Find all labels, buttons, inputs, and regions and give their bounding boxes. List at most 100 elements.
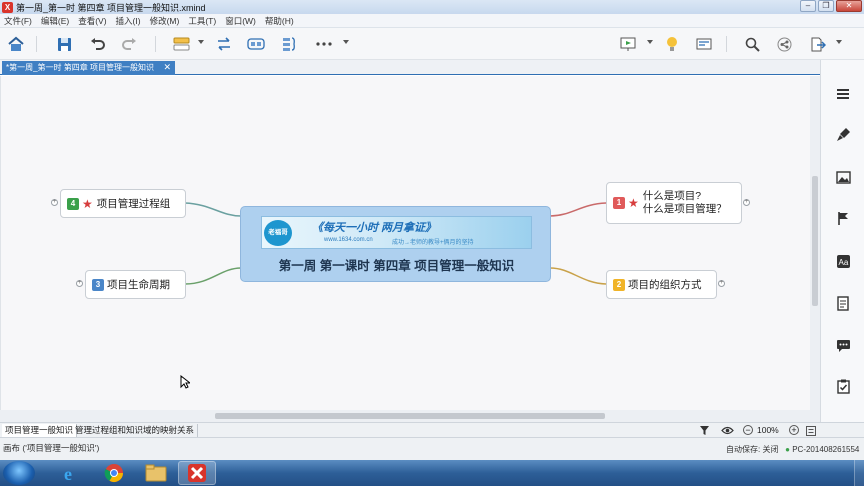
status-bar: 画布 ('项目管理一般知识') 自动保存: 关闭 ● PC-2014082615… (0, 438, 864, 460)
save-icon[interactable] (54, 34, 74, 54)
notes-icon[interactable] (834, 294, 852, 312)
priority-badge: 3 (92, 278, 104, 291)
share-icon[interactable] (774, 34, 794, 54)
start-button[interactable] (3, 461, 35, 485)
document-tab-label: *第一周_第一时 第四章 项目管理一般知识 (6, 63, 155, 72)
side-panel: Aa (820, 60, 864, 422)
branch-line-2 (549, 267, 607, 285)
topic-node-4[interactable]: 4 ★ 项目管理过程组 (60, 189, 186, 218)
star-icon: ★ (628, 196, 639, 210)
status-system-info: 自动保存: 关闭 ● PC-201408261554 (726, 444, 859, 455)
network-status-icon: ● (785, 445, 790, 454)
minimize-button[interactable]: – (800, 0, 816, 12)
filter-icon[interactable] (699, 425, 710, 436)
status-canvas-info: 画布 ('项目管理一般知识') (3, 443, 100, 453)
collapse-toggle-icon[interactable]: + (76, 280, 83, 287)
topic-node-2[interactable]: 2 项目的组织方式 (606, 270, 717, 299)
vertical-scroll-thumb[interactable] (812, 176, 818, 306)
show-desktop-button[interactable] (854, 460, 864, 486)
relationship-icon[interactable] (214, 34, 234, 54)
priority-badge: 1 (613, 197, 625, 209)
xmind-taskbar-icon[interactable] (178, 461, 216, 485)
priority-badge: 2 (613, 278, 625, 291)
text-format-icon[interactable]: Aa (834, 252, 852, 270)
collapse-toggle-icon[interactable]: + (51, 199, 58, 206)
banner-slogan: 《每天一小时 两月拿证》 (312, 222, 437, 234)
presentation-icon[interactable] (618, 34, 638, 54)
summary-icon[interactable] (279, 34, 299, 54)
menu-file[interactable]: 文件(F) (4, 15, 32, 27)
outliner-icon[interactable] (694, 34, 714, 54)
topic-label-line1: 什么是项目? (642, 190, 702, 202)
sheet-tab-bar: 项目管理一般知识 管理过程组和知识域的映射关系 − 100% + (0, 422, 864, 438)
banner-motto: 成功→老师的教导+俩月的坚持 (392, 240, 474, 246)
restore-button[interactable]: ❐ (818, 0, 834, 12)
topic-node-3[interactable]: 3 项目生命周期 (85, 270, 186, 299)
topic-label: 项目的组织方式 (628, 279, 702, 291)
ie-taskbar-icon[interactable]: e (52, 461, 90, 485)
close-tab-icon[interactable]: ✕ (163, 61, 171, 74)
os-taskbar: e (0, 460, 864, 486)
home-icon[interactable] (6, 34, 26, 54)
central-topic[interactable]: 老福哥 《每天一小时 两月拿证》 www.1634.com.cn 成功→老师的教… (240, 206, 551, 282)
task-info-icon[interactable] (834, 377, 852, 395)
menu-help[interactable]: 帮助(H) (265, 15, 294, 27)
editor-tab-strip: *第一周_第一时 第四章 项目管理一般知识 ✕ (0, 60, 820, 75)
menu-window[interactable]: 窗口(W) (225, 15, 256, 27)
collapse-toggle-icon[interactable]: + (718, 280, 725, 287)
topic-text: 什么是项目? 什么是项目管理？ (643, 190, 727, 216)
zoom-in-icon[interactable]: + (789, 425, 799, 435)
sheet-tab-2[interactable]: 管理过程组和知识域的映射关系 (72, 424, 199, 437)
eye-icon[interactable] (721, 426, 734, 435)
image-icon[interactable] (834, 168, 852, 186)
comment-icon[interactable] (834, 336, 852, 354)
branch-line-3 (184, 267, 242, 285)
menu-edit[interactable]: 编辑(E) (41, 15, 69, 27)
window-title: 第一周_第一时 第四章 项目管理一般知识.xmind (16, 2, 206, 13)
redo-icon[interactable] (119, 34, 139, 54)
presentation-dropdown-icon[interactable] (647, 40, 653, 44)
zoom-out-icon[interactable]: − (743, 425, 753, 435)
xmind-logo-icon: X (2, 1, 13, 13)
window-controls: – ❐ ✕ (798, 0, 862, 12)
search-icon[interactable] (742, 34, 762, 54)
export-dropdown-icon[interactable] (836, 40, 842, 44)
mindmap-canvas[interactable]: 4 ★ 项目管理过程组 + 3 项目生命周期 + 老福哥 《每天一小时 两月拿证… (0, 76, 810, 410)
format-brush-icon[interactable] (834, 126, 852, 144)
svg-text:Aa: Aa (838, 258, 848, 267)
document-tab[interactable]: *第一周_第一时 第四章 项目管理一般知识 ✕ (2, 61, 175, 75)
horizontal-scrollbar[interactable] (0, 410, 820, 422)
horizontal-scroll-thumb[interactable] (215, 413, 605, 419)
topic-label: 项目生命周期 (107, 279, 170, 291)
priority-badge: 4 (67, 197, 79, 210)
boundary-icon[interactable] (246, 34, 266, 54)
explorer-taskbar-icon[interactable] (137, 461, 175, 485)
topic-node-1[interactable]: 1 ★ 什么是项目? 什么是项目管理？ (606, 182, 742, 224)
export-icon[interactable] (808, 34, 828, 54)
chrome-taskbar-icon[interactable] (95, 461, 133, 485)
sheet-tab-1[interactable]: 项目管理一般知识 (2, 424, 78, 437)
undo-icon[interactable] (87, 34, 107, 54)
menu-view[interactable]: 查看(V) (78, 15, 106, 27)
computer-name: PC-201408261554 (792, 445, 860, 454)
collapse-toggle-icon[interactable]: + (743, 199, 750, 206)
menu-tools[interactable]: 工具(T) (188, 15, 216, 27)
topic-label: 项目管理过程组 (96, 198, 171, 210)
menu-icon[interactable] (834, 85, 852, 103)
close-window-button[interactable]: ✕ (836, 0, 862, 12)
marker-flag-icon[interactable] (834, 209, 852, 227)
autosave-status[interactable]: 自动保存: 关闭 (726, 445, 778, 454)
vertical-scrollbar[interactable] (810, 76, 820, 410)
menu-insert[interactable]: 插入(I) (116, 15, 141, 27)
brainstorm-icon[interactable] (662, 34, 682, 54)
fit-map-icon[interactable] (806, 426, 816, 436)
mouse-cursor-icon (180, 375, 190, 389)
insert-topic-dropdown-icon[interactable] (198, 40, 204, 44)
zoom-level: 100% (757, 425, 779, 435)
more-dropdown-icon[interactable] (343, 40, 349, 44)
more-icon[interactable] (314, 34, 334, 54)
central-topic-title: 第一周 第一课时 第四章 项目管理一般知识 (278, 259, 515, 273)
menu-modify[interactable]: 修改(M) (150, 15, 180, 27)
insert-topic-icon[interactable] (171, 34, 191, 54)
banner-logo-icon: 老福哥 (264, 220, 292, 246)
